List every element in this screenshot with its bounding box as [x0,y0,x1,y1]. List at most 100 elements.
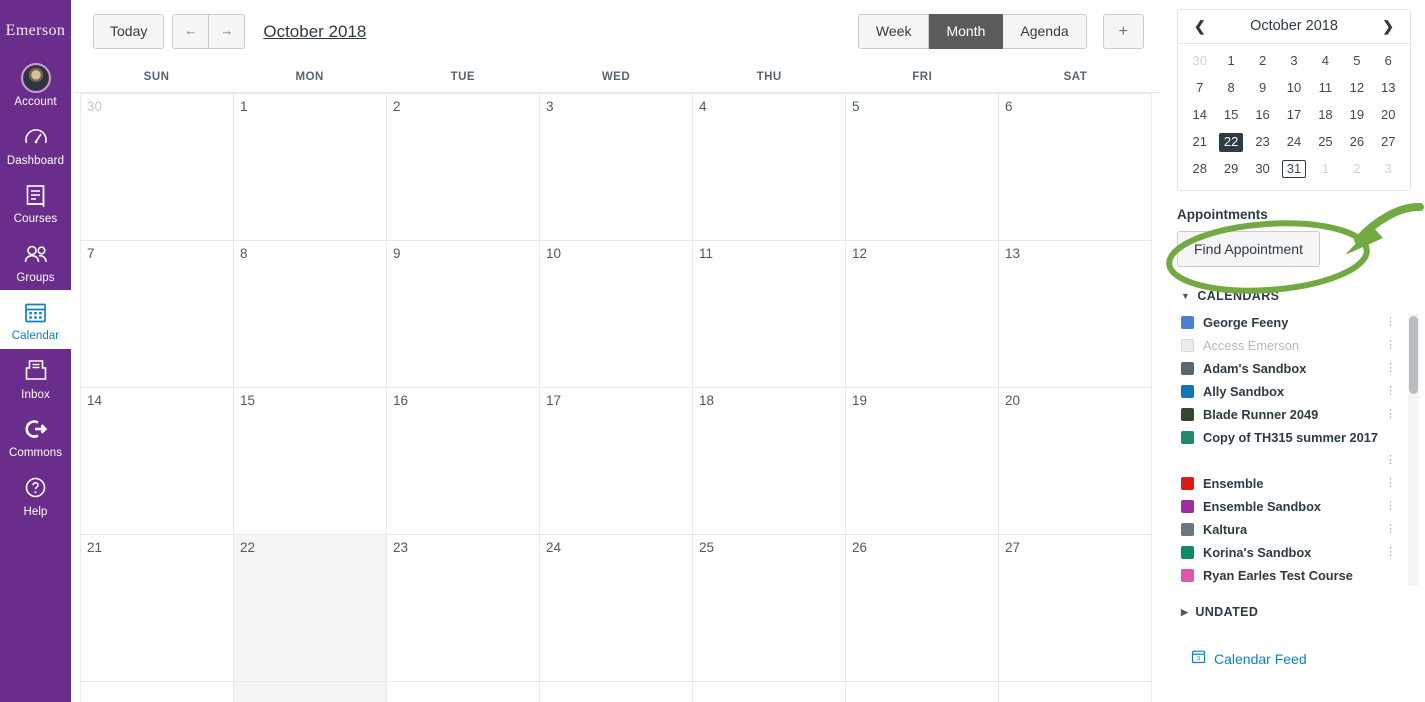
calendar-color-swatch[interactable] [1181,546,1194,560]
calendar-day-cell[interactable]: 8 [234,241,387,388]
calendar-day-cell[interactable]: 6 [999,94,1152,241]
calendar-day-cell[interactable]: 15 [234,388,387,535]
calendar-list-item[interactable]: Blade Runner 2049 ⋮ [1177,403,1411,426]
mini-calendar-day[interactable]: 19 [1341,102,1372,129]
mini-calendar-day[interactable]: 29 [1215,156,1246,183]
calendar-options-menu[interactable]: ⋮ [1385,409,1396,420]
calendar-day-cell[interactable]: 30 [81,94,234,241]
calendar-day-cell[interactable]: 1 [234,94,387,241]
mini-calendar-day[interactable]: 1 [1215,48,1246,75]
nav-item-help[interactable]: Help [0,466,71,525]
calendar-day-cell[interactable]: 18 [693,388,846,535]
calendar-day-cell[interactable]: 23 [387,535,540,682]
mini-calendar-day[interactable]: 23 [1247,129,1278,156]
calendar-day-cell[interactable]: 11 [693,241,846,388]
calendar-list-item[interactable]: ⋮ [1177,449,1411,472]
nav-item-calendar[interactable]: Calendar [0,290,71,349]
calendar-day-cell[interactable] [540,682,693,702]
calendar-day-cell[interactable]: 7 [81,241,234,388]
mini-calendar-day[interactable]: 7 [1184,75,1215,102]
calendar-day-cell[interactable]: 2 [387,94,540,241]
mini-calendar-day[interactable]: 6 [1373,48,1404,75]
mini-calendar-day[interactable]: 31 [1278,156,1309,183]
calendar-color-swatch[interactable] [1181,362,1194,376]
calendar-color-swatch[interactable] [1181,500,1194,514]
calendar-day-cell[interactable] [846,682,999,702]
calendar-color-swatch[interactable] [1181,316,1194,330]
mini-calendar-day[interactable]: 3 [1373,156,1404,183]
sidebar-scrollbar-thumb[interactable] [1409,316,1418,394]
mini-calendar-day[interactable]: 9 [1247,75,1278,102]
mini-calendar-day[interactable]: 14 [1184,102,1215,129]
calendar-day-cell[interactable]: 4 [693,94,846,241]
calendar-options-menu[interactable]: ⋮ [1385,340,1396,351]
calendar-day-cell[interactable]: 27 [999,535,1152,682]
calendar-color-swatch[interactable] [1181,385,1194,399]
calendar-day-cell[interactable] [999,682,1152,702]
mini-calendar-day[interactable]: 4 [1310,48,1341,75]
calendar-list-item[interactable]: Korina's Sandbox ⋮ [1177,541,1411,564]
nav-item-account[interactable]: Account [0,56,71,115]
calendar-color-swatch[interactable] [1181,431,1194,445]
previous-month-button[interactable]: ← [172,14,210,49]
mini-calendar-day[interactable]: 30 [1184,48,1215,75]
calendar-day-cell[interactable]: 5 [846,94,999,241]
calendar-options-menu[interactable]: ⋮ [1385,455,1396,466]
calendar-day-cell[interactable]: 17 [540,388,693,535]
nav-item-inbox[interactable]: Inbox [0,349,71,408]
mini-calendar-day[interactable]: 26 [1341,129,1372,156]
calendar-day-cell[interactable]: 12 [846,241,999,388]
calendar-list-item[interactable]: Ally Sandbox ⋮ [1177,380,1411,403]
calendar-options-menu[interactable]: ⋮ [1385,386,1396,397]
calendar-list-item[interactable]: Adam's Sandbox ⋮ [1177,357,1411,380]
calendar-day-cell[interactable] [693,682,846,702]
calendar-day-cell[interactable]: 13 [999,241,1152,388]
mini-calendar-day[interactable]: 11 [1310,75,1341,102]
calendar-list-item[interactable]: Ensemble Sandbox ⋮ [1177,495,1411,518]
mini-calendar-day[interactable]: 5 [1341,48,1372,75]
mini-calendar-day[interactable]: 3 [1278,48,1309,75]
calendar-list-item[interactable]: Access Emerson ⋮ [1177,334,1411,357]
sidebar-scrollbar[interactable] [1408,314,1419,586]
calendar-list-item[interactable]: Ensemble ⋮ [1177,472,1411,495]
nav-item-dashboard[interactable]: Dashboard [0,115,71,174]
calendars-section-header[interactable]: ▼ CALENDARS [1181,289,1411,303]
calendar-color-swatch[interactable] [1181,569,1194,583]
mini-calendar-day[interactable]: 25 [1310,129,1341,156]
undated-section-header[interactable]: ▶ UNDATED [1181,605,1411,619]
current-period-label[interactable]: October 2018 [263,22,366,42]
calendar-day-cell[interactable] [234,682,387,702]
create-event-button[interactable]: + [1102,13,1144,50]
calendar-day-cell[interactable]: 20 [999,388,1152,535]
mini-calendar-day[interactable]: 28 [1184,156,1215,183]
tab-week[interactable]: Week [857,13,930,50]
calendar-color-swatch[interactable] [1181,523,1194,537]
calendar-options-menu[interactable]: ⋮ [1385,524,1396,535]
calendar-day-cell[interactable]: 21 [81,535,234,682]
calendar-day-cell[interactable] [81,682,234,702]
calendar-day-cell[interactable]: 9 [387,241,540,388]
calendar-options-menu[interactable]: ⋮ [1385,317,1396,328]
mini-calendar-day[interactable]: 30 [1247,156,1278,183]
calendar-list-item[interactable]: Copy of TH315 summer 2017 [1177,426,1411,449]
mini-calendar-day[interactable]: 1 [1310,156,1341,183]
calendar-day-cell[interactable]: 16 [387,388,540,535]
calendar-color-swatch[interactable] [1181,339,1194,353]
next-month-button[interactable]: → [209,14,246,49]
chevron-right-icon[interactable]: ❯ [1378,17,1398,35]
today-button[interactable]: Today [93,13,165,50]
mini-calendar-day[interactable]: 22 [1215,129,1246,156]
mini-calendar-day[interactable]: 17 [1278,102,1309,129]
mini-calendar-day[interactable]: 13 [1373,75,1404,102]
mini-calendar-day[interactable]: 16 [1247,102,1278,129]
calendar-day-cell[interactable]: 24 [540,535,693,682]
mini-calendar-day[interactable]: 21 [1184,129,1215,156]
mini-calendar-day[interactable]: 27 [1373,129,1404,156]
nav-item-groups[interactable]: Groups [0,232,71,291]
calendar-options-menu[interactable]: ⋮ [1385,363,1396,374]
nav-item-courses[interactable]: Courses [0,173,71,232]
calendar-day-cell[interactable]: 22 [234,535,387,682]
mini-calendar-day[interactable]: 20 [1373,102,1404,129]
calendar-list-item[interactable]: George Feeny ⋮ [1177,311,1411,334]
find-appointment-button[interactable]: Find Appointment [1177,231,1320,268]
